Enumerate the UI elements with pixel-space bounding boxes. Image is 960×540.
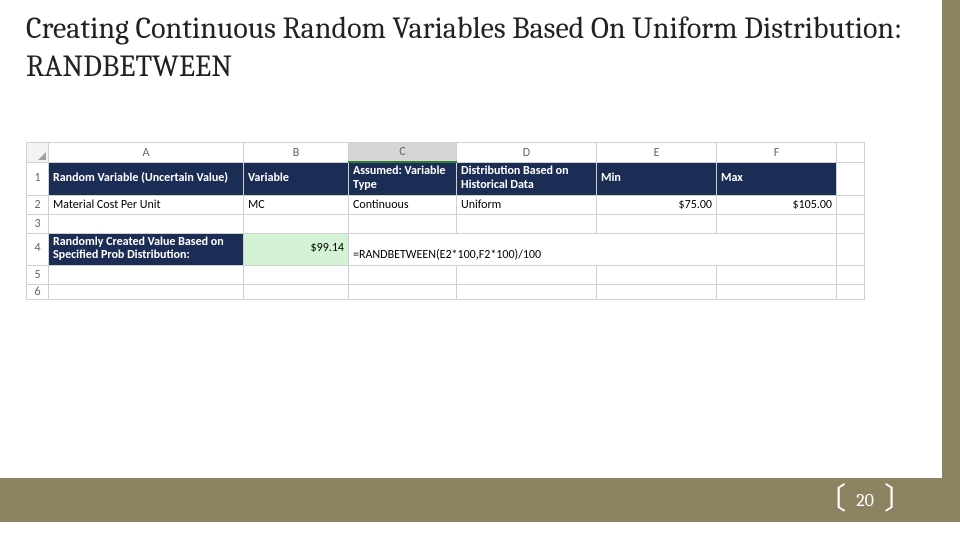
cell-d1[interactable]: Distribution Based on Historical Data [457,162,597,195]
row-header-3[interactable]: 3 [27,214,49,233]
row-header-1[interactable]: 1 [27,162,49,195]
cell-e2[interactable]: $75.00 [597,195,717,214]
footer-bar: 〔 20 〕 [0,478,960,522]
bracket-left-icon: 〔 [812,485,850,515]
cell-f1[interactable]: Max [717,162,837,195]
bottom-margin [0,522,960,540]
cell-g2[interactable] [837,195,865,214]
row-header-4[interactable]: 4 [27,233,49,266]
cell-a6[interactable] [49,285,244,300]
cell-g4[interactable] [837,233,865,266]
slide-title: Creating Continuous Random Variables Bas… [26,10,906,85]
cell-a4-text: Randomly Created Value Based on Specifie… [53,236,239,264]
cell-c1-text: Assumed: Variable Type [353,165,452,193]
cell-g1[interactable] [837,162,865,195]
cell-a2[interactable]: Material Cost Per Unit [49,195,244,214]
cell-b3[interactable] [244,214,349,233]
table-row: 1 Random Variable (Uncertain Value) Vari… [27,162,865,195]
page-number-badge: 〔 20 〕 [812,485,918,515]
col-header-b[interactable]: B [244,143,349,163]
cell-b6[interactable] [244,285,349,300]
col-header-f[interactable]: F [717,143,837,163]
cell-c3[interactable] [349,214,457,233]
table-row: 5 [27,266,865,285]
row-header-2[interactable]: 2 [27,195,49,214]
cell-g3[interactable] [837,214,865,233]
cell-d5[interactable] [457,266,597,285]
col-header-blank[interactable] [837,143,865,163]
cell-b4[interactable]: $99.14 [244,233,349,266]
cell-b1[interactable]: Variable [244,162,349,195]
spreadsheet: A B C D E F 1 Random Variable (Uncertain… [26,142,864,300]
cell-d2[interactable]: Uniform [457,195,597,214]
table-row: 6 [27,285,865,300]
page-number: 20 [850,490,880,511]
column-header-row: A B C D E F [27,143,865,163]
bracket-right-icon: 〕 [880,485,918,515]
cell-f6[interactable] [717,285,837,300]
cell-d1-text: Distribution Based on Historical Data [461,165,592,193]
row-header-5[interactable]: 5 [27,266,49,285]
cell-g5[interactable] [837,266,865,285]
cell-c5[interactable] [349,266,457,285]
cell-b5[interactable] [244,266,349,285]
cell-a4[interactable]: Randomly Created Value Based on Specifie… [49,233,244,266]
row-header-6[interactable]: 6 [27,285,49,300]
cell-d6[interactable] [457,285,597,300]
col-header-c[interactable]: C [349,143,457,163]
select-all-corner[interactable] [27,143,49,163]
col-header-e[interactable]: E [597,143,717,163]
cell-b2[interactable]: MC [244,195,349,214]
cell-e6[interactable] [597,285,717,300]
col-header-d[interactable]: D [457,143,597,163]
cell-a3[interactable] [49,214,244,233]
cell-d3[interactable] [457,214,597,233]
cell-a5[interactable] [49,266,244,285]
slide: Creating Continuous Random Variables Bas… [0,0,960,540]
table-row: 4 Randomly Created Value Based on Specif… [27,233,865,266]
cell-c2[interactable]: Continuous [349,195,457,214]
cell-e3[interactable] [597,214,717,233]
grid: A B C D E F 1 Random Variable (Uncertain… [26,142,865,300]
col-header-a[interactable]: A [49,143,244,163]
cell-g6[interactable] [837,285,865,300]
table-row: 2 Material Cost Per Unit MC Continuous U… [27,195,865,214]
cell-f3[interactable] [717,214,837,233]
cell-e1[interactable]: Min [597,162,717,195]
cell-f5[interactable] [717,266,837,285]
cell-c1[interactable]: Assumed: Variable Type [349,162,457,195]
cell-f2[interactable]: $105.00 [717,195,837,214]
cell-c4-formula[interactable]: =RANDBETWEEN(E2*100,F2*100)/100 [349,233,837,266]
cell-c6[interactable] [349,285,457,300]
cell-a1[interactable]: Random Variable (Uncertain Value) [49,162,244,195]
table-row: 3 [27,214,865,233]
accent-stripe [942,0,960,540]
cell-e5[interactable] [597,266,717,285]
